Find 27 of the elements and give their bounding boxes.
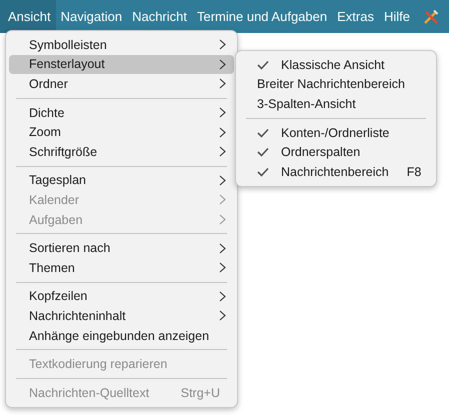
menu-item[interactable]: Zoom	[9, 122, 234, 142]
menu-bar-item[interactable]: Termine und Aufgaben	[192, 0, 332, 33]
menu-item[interactable]: 3-Spalten-Ansicht	[239, 94, 433, 114]
menu-item[interactable]: Nachrichtenbereich F8	[239, 162, 433, 182]
menu-item[interactable]: Breiter Nachrichtenbereich	[239, 74, 433, 94]
menu-item[interactable]: Ordner	[9, 74, 234, 94]
menu-item[interactable]: Schriftgröße	[9, 142, 234, 162]
menu-item[interactable]: Dichte	[9, 102, 234, 122]
menu-item[interactable]: Fensterlayout	[9, 54, 234, 74]
shortcut-label: F8	[406, 164, 422, 179]
menu-item[interactable]: Klassische Ansicht	[239, 55, 433, 75]
menu-item[interactable]: Konten-/Ordnerliste	[239, 122, 433, 142]
menu-bar-item[interactable]: Navigation	[56, 0, 128, 33]
menu-bar-item[interactable]: Nachricht	[127, 0, 192, 33]
menu-item[interactable]: Symbolleisten	[9, 35, 234, 55]
menu-item[interactable]: Nachrichteninhalt	[9, 306, 234, 326]
tools-icon[interactable]	[422, 8, 439, 24]
menu-item[interactable]: Ordnerspalten	[239, 142, 433, 162]
menu-item[interactable]: Anhänge eingebunden anzeigen	[9, 326, 234, 346]
menu-item[interactable]: Tagesplan	[9, 170, 234, 190]
menu-item[interactable]: Sortieren nach	[9, 238, 234, 258]
menu-item[interactable]: Kopfzeilen	[9, 286, 234, 306]
menu-bar-item[interactable]: Extras	[332, 0, 379, 33]
menu-bar-item[interactable]: Hilfe	[378, 0, 415, 33]
menu-item[interactable]: Themen	[9, 258, 234, 278]
menu-bar-item[interactable]: Ansicht	[0, 0, 56, 33]
shortcut-label: Strg+U	[180, 386, 220, 400]
